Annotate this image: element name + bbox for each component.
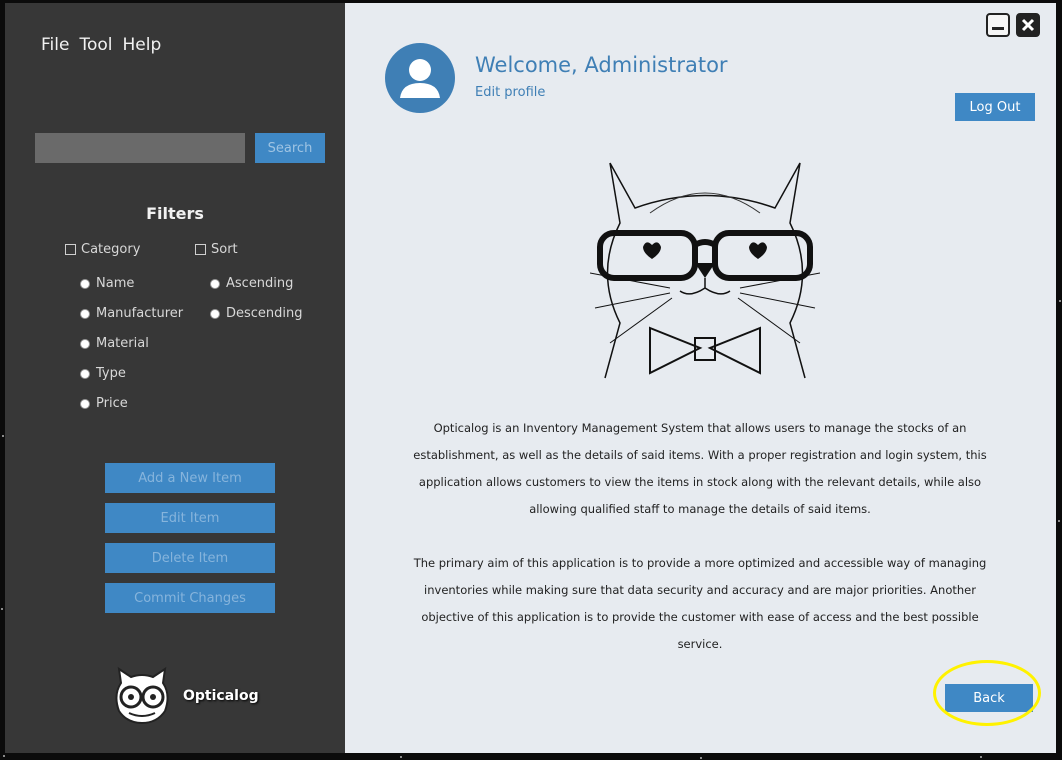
radio-ascending[interactable]: Ascending	[210, 276, 293, 291]
radio-material[interactable]: Material	[80, 336, 149, 351]
category-label: Category	[81, 242, 141, 257]
radio-dot	[80, 278, 90, 289]
logout-button[interactable]: Log Out	[955, 93, 1035, 121]
radio-label: Price	[96, 396, 128, 411]
edit-item-button[interactable]: Edit Item	[105, 503, 275, 533]
radio-name[interactable]: Name	[80, 276, 134, 291]
search-button[interactable]: Search	[255, 133, 325, 163]
menu-file[interactable]: File	[41, 35, 69, 55]
menu-bar: File Tool Help	[41, 35, 161, 55]
radio-label: Ascending	[226, 276, 294, 291]
menu-help[interactable]: Help	[122, 35, 161, 55]
main-panel: Welcome, Administrator Edit profile Log …	[345, 3, 1056, 753]
sort-label: Sort	[211, 242, 238, 257]
radio-manufacturer[interactable]: Manufacturer	[80, 306, 183, 321]
minimize-button[interactable]	[986, 13, 1010, 37]
commit-changes-button[interactable]: Commit Changes	[105, 583, 275, 613]
cat-with-glasses-illustration	[590, 162, 820, 379]
sidebar: File Tool Help Search Filters Category S…	[5, 3, 345, 753]
add-item-button[interactable]: Add a New Item	[105, 463, 275, 493]
welcome-heading: Welcome, Administrator	[475, 53, 728, 77]
minimize-icon	[992, 27, 1004, 30]
radio-dot	[80, 398, 90, 409]
app-logo: Opticalog	[109, 665, 259, 727]
close-icon	[1021, 18, 1035, 32]
category-checkbox[interactable]: Category	[65, 242, 140, 257]
back-button[interactable]: Back	[945, 684, 1033, 712]
owl-cat-logo-icon	[115, 666, 169, 725]
menu-tool[interactable]: Tool	[79, 35, 112, 55]
about-paragraph-2: The primary aim of this application is t…	[413, 556, 987, 651]
radio-label: Descending	[226, 306, 303, 321]
logo-text: Opticalog	[183, 688, 259, 704]
sort-checkbox[interactable]: Sort	[195, 242, 238, 257]
radio-dot	[210, 308, 220, 319]
radio-label: Type	[96, 366, 126, 381]
edit-profile-link[interactable]: Edit profile	[475, 85, 545, 100]
app-window: File Tool Help Search Filters Category S…	[5, 3, 1056, 753]
radio-dot	[210, 278, 220, 289]
radio-label: Material	[96, 336, 149, 351]
radio-label: Name	[96, 276, 135, 291]
checkbox-box	[65, 244, 76, 255]
radio-label: Manufacturer	[96, 306, 184, 321]
radio-descending[interactable]: Descending	[210, 306, 303, 321]
checkbox-box	[195, 244, 206, 255]
delete-item-button[interactable]: Delete Item	[105, 543, 275, 573]
search-input[interactable]	[35, 133, 245, 163]
close-button[interactable]	[1016, 13, 1040, 37]
radio-type[interactable]: Type	[80, 366, 126, 381]
filters-title: Filters	[146, 204, 204, 223]
avatar-icon	[385, 43, 455, 113]
radio-price[interactable]: Price	[80, 396, 128, 411]
radio-dot	[80, 368, 90, 379]
radio-dot	[80, 308, 90, 319]
radio-dot	[80, 338, 90, 349]
about-paragraph-1: Opticalog is an Inventory Management Sys…	[413, 421, 987, 516]
